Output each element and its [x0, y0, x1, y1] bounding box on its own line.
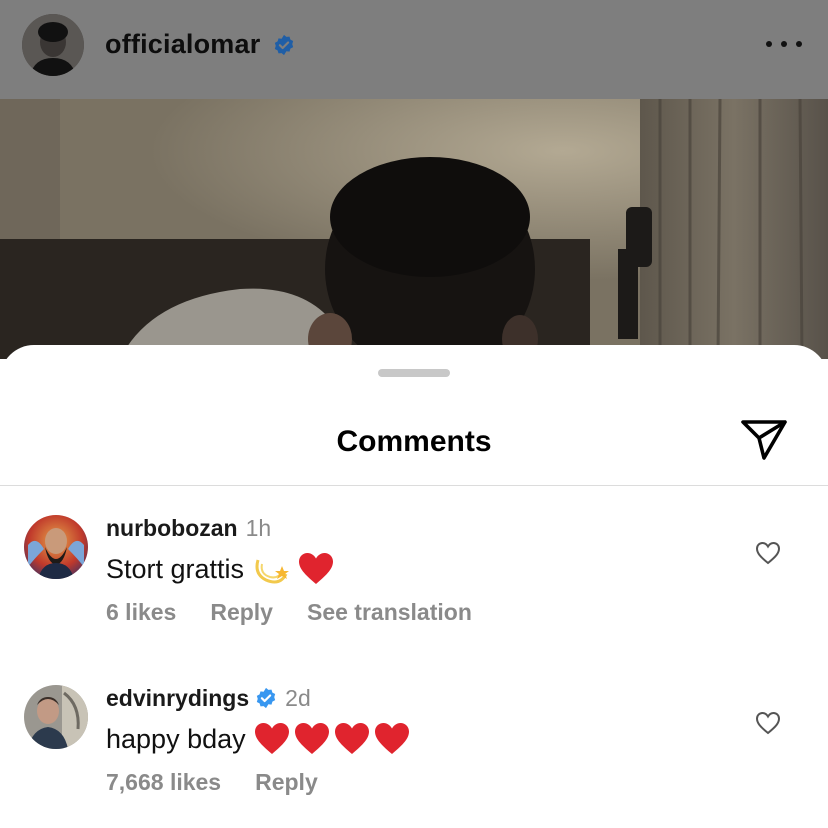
heart-outline-icon[interactable] [755, 541, 781, 565]
commenter-avatar[interactable] [24, 515, 88, 579]
commenter-username[interactable]: nurbobozan [106, 515, 238, 542]
comment-text: Stort grattis [106, 553, 245, 584]
reply-button[interactable]: Reply [255, 769, 318, 796]
sheet-grab-handle[interactable] [378, 369, 450, 377]
comment-likes-count[interactable]: 7,668 likes [106, 769, 221, 796]
comment-text: happy bday [106, 723, 246, 754]
red-heart-emoji-icon [374, 722, 410, 756]
red-heart-emoji-icon [294, 722, 330, 756]
paper-plane-icon[interactable] [740, 417, 788, 461]
comment-time: 2d [285, 684, 311, 711]
comment-item: edvinrydings 2d happy bday 7,668 likes R… [0, 685, 828, 825]
post-author-username[interactable]: officialomar [105, 29, 260, 60]
heart-outline-icon[interactable] [755, 711, 781, 735]
comment-text-row: Stort grattis [106, 549, 334, 589]
commenter-username[interactable]: edvinrydings [106, 685, 249, 712]
commenter-avatar[interactable] [24, 685, 88, 749]
post-header: officialomar [0, 0, 828, 99]
comment-likes-count[interactable]: 6 likes [106, 599, 176, 626]
sheet-divider [0, 485, 828, 486]
comment-text-row: happy bday [106, 719, 410, 759]
post-author-avatar[interactable] [22, 14, 84, 76]
red-heart-emoji-icon [254, 722, 290, 756]
post-photo [0, 99, 828, 359]
verified-badge-icon [274, 34, 294, 56]
comments-title: Comments [336, 425, 492, 458]
more-options-icon[interactable] [764, 32, 804, 56]
reply-button[interactable]: Reply [210, 599, 273, 626]
comment-item: nurbobozan 1h Stort grattis 6 likes Repl… [0, 515, 828, 655]
comment-time: 1h [245, 514, 272, 541]
comments-sheet: Comments nurbobozan 1h Stort grattis 6 l… [0, 345, 828, 828]
dizzy-emoji-icon [252, 552, 290, 586]
red-heart-emoji-icon [298, 552, 334, 586]
see-translation-button[interactable]: See translation [307, 599, 472, 626]
verified-badge-icon [256, 687, 276, 709]
red-heart-emoji-icon [334, 722, 370, 756]
